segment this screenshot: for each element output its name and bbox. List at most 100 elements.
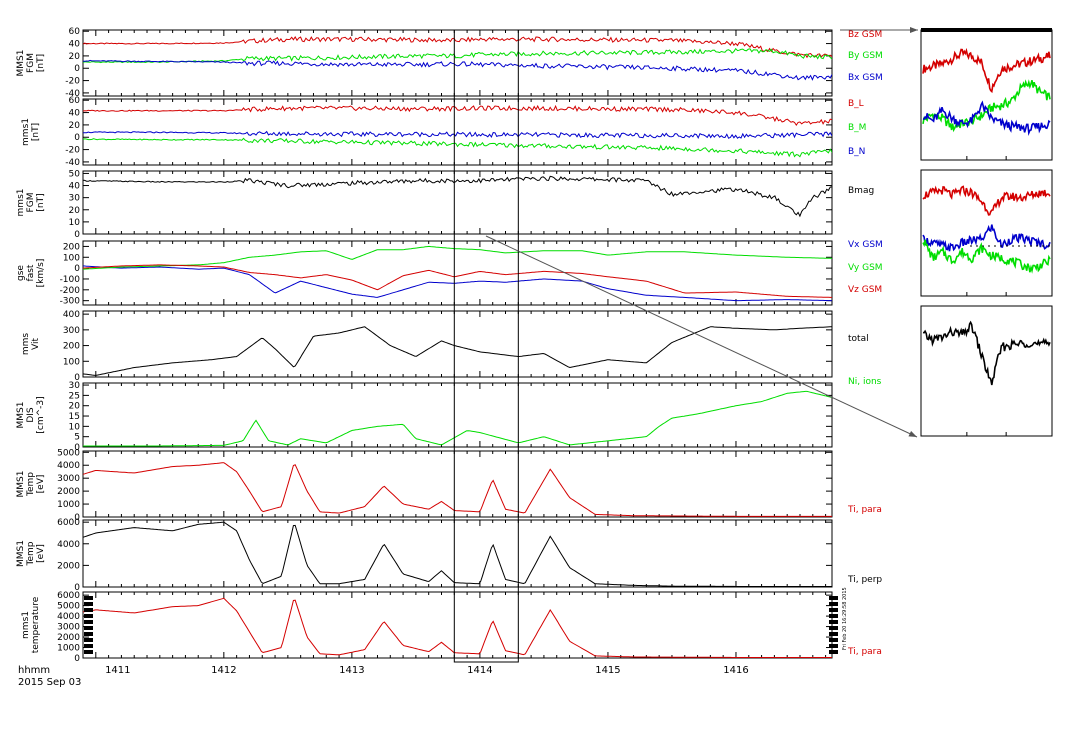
panel-9: 6000500040003000200010000 mms1 temperature… [21, 591, 882, 664]
y-axis-label: gse fast [km/s] [16, 259, 46, 288]
y-tick-label: -200 [60, 286, 81, 296]
x-tick-label: 1413 [339, 665, 364, 676]
series-label: B_M [848, 123, 866, 133]
zoom-series-line [922, 320, 1051, 386]
series-label: By GSM [848, 51, 883, 61]
y-tick-label: 6000 [57, 591, 80, 601]
series-label: Bx GSM [848, 73, 883, 83]
series-label: Bz GSM [848, 30, 882, 40]
x-tick-label: 1416 [723, 665, 748, 676]
zoom-panel-frame [920, 29, 1053, 161]
y-axis-label-line: mms1 [21, 611, 31, 639]
panel-3: 50 40 30 20 10 0 mms1 FGM [nT] Bmag [16, 169, 874, 240]
edge-bar [84, 626, 93, 630]
y-axis-label: MMS1 DIS [cm^-3] [16, 396, 46, 433]
series-label: Vy GSM [848, 263, 883, 273]
y-axis-label-line: Temp [26, 541, 36, 566]
y-axis-label-line: Vit [31, 338, 41, 350]
panel-8: 6000400020000MMS1 Temp [eV]Ti, perp [16, 518, 882, 593]
y-tick-label: 5000 [57, 602, 80, 612]
y-tick-label: 20 [69, 402, 81, 412]
y-axis-label-line: MMS1 [16, 50, 26, 77]
x-tick-label: 1412 [211, 665, 236, 676]
y-tick-label: 50 [69, 169, 81, 179]
edge-bar [829, 638, 838, 642]
edge-bar [84, 620, 93, 624]
edge-bar [829, 626, 838, 630]
y-tick-label: 4000 [57, 461, 80, 471]
edge-bar [829, 644, 838, 648]
footer-hhmm: hhmm [18, 665, 50, 676]
series-line-p7-0 [83, 462, 832, 517]
y-tick-label: 20 [69, 52, 81, 62]
panel-frame [82, 519, 833, 588]
y-axis-label: MMS1 Temp [eV] [16, 540, 46, 567]
edge-bar [84, 614, 93, 618]
edge-bar [829, 620, 838, 624]
series-label: B_L [848, 99, 864, 109]
y-tick-label: 25 [69, 391, 80, 401]
y-axis-label-line: mms1 [16, 189, 26, 217]
y-tick-label: -20 [65, 77, 80, 87]
edge-bar [829, 650, 838, 654]
y-axis-label-line: mms1 [21, 118, 31, 146]
y-tick-label: 300 [63, 326, 80, 336]
y-tick-label: 5000 [57, 448, 80, 458]
panels-group: 6040200-20-40MMS1 FGM [nT]Bz GSMBy GSMBx G… [16, 27, 883, 664]
edge-bar [84, 608, 93, 612]
series-label: Ti, para [847, 505, 882, 515]
series-label: B_N [848, 147, 865, 157]
edge-bar [829, 602, 838, 606]
y-tick-label: 100 [63, 253, 80, 263]
y-tick-label: 100 [63, 357, 80, 367]
series-line-p4-2 [83, 264, 832, 298]
y-tick-label: 60 [69, 27, 81, 37]
timestamp-stamp: Fri Feb 20 16:29:58 2015 [842, 587, 848, 650]
y-axis-label-line: Temp [26, 472, 36, 497]
panel-frame [82, 591, 833, 659]
y-axis-label: MMS1 Temp [eV] [16, 471, 46, 498]
series-line-p2-0 [83, 104, 832, 127]
y-tick-label: 20 [69, 121, 81, 131]
y-tick-label: 0 [74, 133, 80, 143]
footer-date: 2015 Sep 03 [18, 677, 81, 688]
zoom-selection-box [453, 29, 519, 663]
y-tick-label: 400 [63, 310, 80, 320]
y-axis-label: MMS1 FGM [nT] [16, 50, 46, 77]
series-line-p9-0 [83, 597, 832, 658]
y-tick-label: 6000 [57, 518, 80, 528]
series-label: Vz GSM [848, 285, 882, 295]
y-tick-label: -100 [60, 275, 81, 285]
zoom-series-line [922, 185, 1051, 216]
edge-bar [84, 596, 93, 600]
y-axis-label-line: [nT] [36, 54, 46, 72]
y-axis-label-line: FGM [26, 53, 36, 73]
y-tick-label: 40 [69, 40, 81, 50]
zoom-series-line [922, 79, 1051, 133]
y-axis-label-line: [nT] [36, 193, 46, 211]
y-tick-label: 200 [63, 342, 80, 352]
y-tick-label: 20 [69, 206, 81, 216]
edge-bar [84, 650, 93, 654]
edge-bar [84, 638, 93, 642]
y-axis-label-line: mms [21, 333, 31, 356]
y-axis-label-line: [eV] [36, 544, 46, 563]
y-tick-label: 4000 [57, 540, 80, 550]
series-label: total [848, 334, 869, 344]
y-tick-label: 60 [69, 96, 81, 106]
y-axis-label-line: temperature [31, 596, 41, 653]
y-tick-label: -20 [65, 146, 80, 156]
y-tick-label: 3000 [57, 474, 80, 484]
edge-bar [829, 608, 838, 612]
series-label: Ti, perp [847, 575, 882, 585]
y-tick-label: 0 [74, 64, 80, 74]
edge-bar [829, 596, 838, 600]
y-tick-label: 40 [69, 182, 81, 192]
y-tick-label: 15 [69, 412, 80, 422]
y-tick-label: 3000 [57, 623, 80, 633]
series-line-p8-0 [83, 521, 832, 587]
series-line-p1-0 [83, 36, 832, 59]
zoom-panel-2 [920, 169, 1053, 297]
y-axis-label: mms1 [nT] [21, 118, 41, 146]
panel-frame [82, 310, 833, 378]
